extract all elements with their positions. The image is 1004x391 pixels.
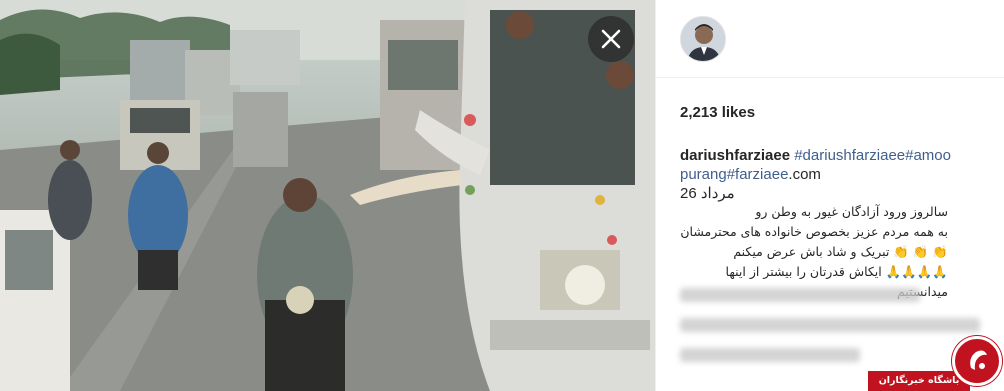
post-caption: dariushfarziaee #dariushfarziaee#amoo pu… [680,146,985,184]
blurred-comment [680,288,920,302]
caption-line: به همه مردم عزیز بخصوص خانواده های محترم… [680,224,948,239]
likes-count[interactable]: 2,213 likes [680,104,755,121]
photo-scene [0,0,655,391]
close-button[interactable] [588,16,634,62]
caption-line: 👏 👏 👏 تبریک و شاد باش عرض میکنم [733,244,948,259]
caption-persian-text: سالروز ورود آزادگان غیور به وطن رو به هم… [680,202,948,302]
blurred-comment [680,348,860,362]
watermark-emblem [952,336,1002,386]
post-photo [0,0,655,391]
hashtag-link[interactable]: #dariushfarziaee#amoo [794,147,951,164]
avatar-image [681,17,725,61]
caption-username[interactable]: dariushfarziaee [680,147,790,164]
post-side-panel: 2,213 likes dariushfarziaee #dariushfarz… [655,0,1004,391]
close-icon [601,29,621,49]
caption-date: مرداد 26 [680,185,735,202]
post-header [656,0,1004,78]
blurred-comment [680,318,980,332]
caption-line: سالروز ورود آزادگان غیور به وطن رو [755,204,948,219]
watermark-logo: باشگاه خبرنگاران [868,336,1004,391]
avatar[interactable] [680,16,726,62]
hashtag-link[interactable]: purang#farziaee [680,166,788,183]
microphone-icon [970,350,987,370]
hashtag-suffix: .com [788,166,821,183]
